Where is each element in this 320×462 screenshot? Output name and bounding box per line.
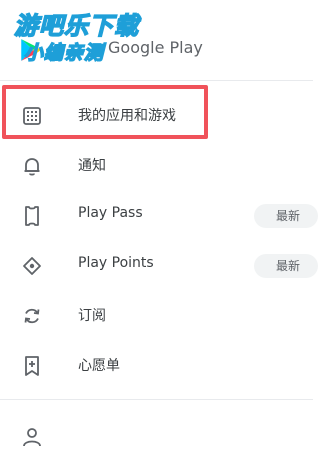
menu-item-wishlist[interactable]: 心愿单 [0,341,313,391]
account-icon [23,428,41,447]
menu-item-notifications[interactable]: 通知 [0,141,313,191]
menu-item-label: 订阅 [78,308,106,324]
diamond-icon [23,257,41,275]
menu-item-play-points[interactable]: Play Points 最新 [0,241,318,291]
drawer-header: Google Play 游吧乐下载 小编亲测 [0,0,313,72]
bell-icon [24,158,40,176]
bookmark-add-icon [25,356,39,376]
menu-item-label: 心愿单 [78,358,120,374]
menu-item-account[interactable] [0,412,313,462]
watermark-text: 游吧乐下载 [13,11,139,41]
menu-item-label: Play Pass [78,205,143,221]
refresh-icon [24,308,40,324]
section-divider [0,399,313,400]
menu-item-label: 通知 [78,158,106,174]
watermark-subtext: 小编亲测 [23,41,105,64]
new-badge: 最新 [254,204,318,228]
menu-item-play-pass[interactable]: Play Pass 最新 [0,191,318,241]
header-divider [0,80,313,81]
menu-item-subscriptions[interactable]: 订阅 [0,291,313,341]
highlight-box [2,85,208,139]
new-badge: 最新 [254,254,318,278]
ticket-icon [25,206,39,226]
menu-item-label: Play Points [78,255,154,271]
